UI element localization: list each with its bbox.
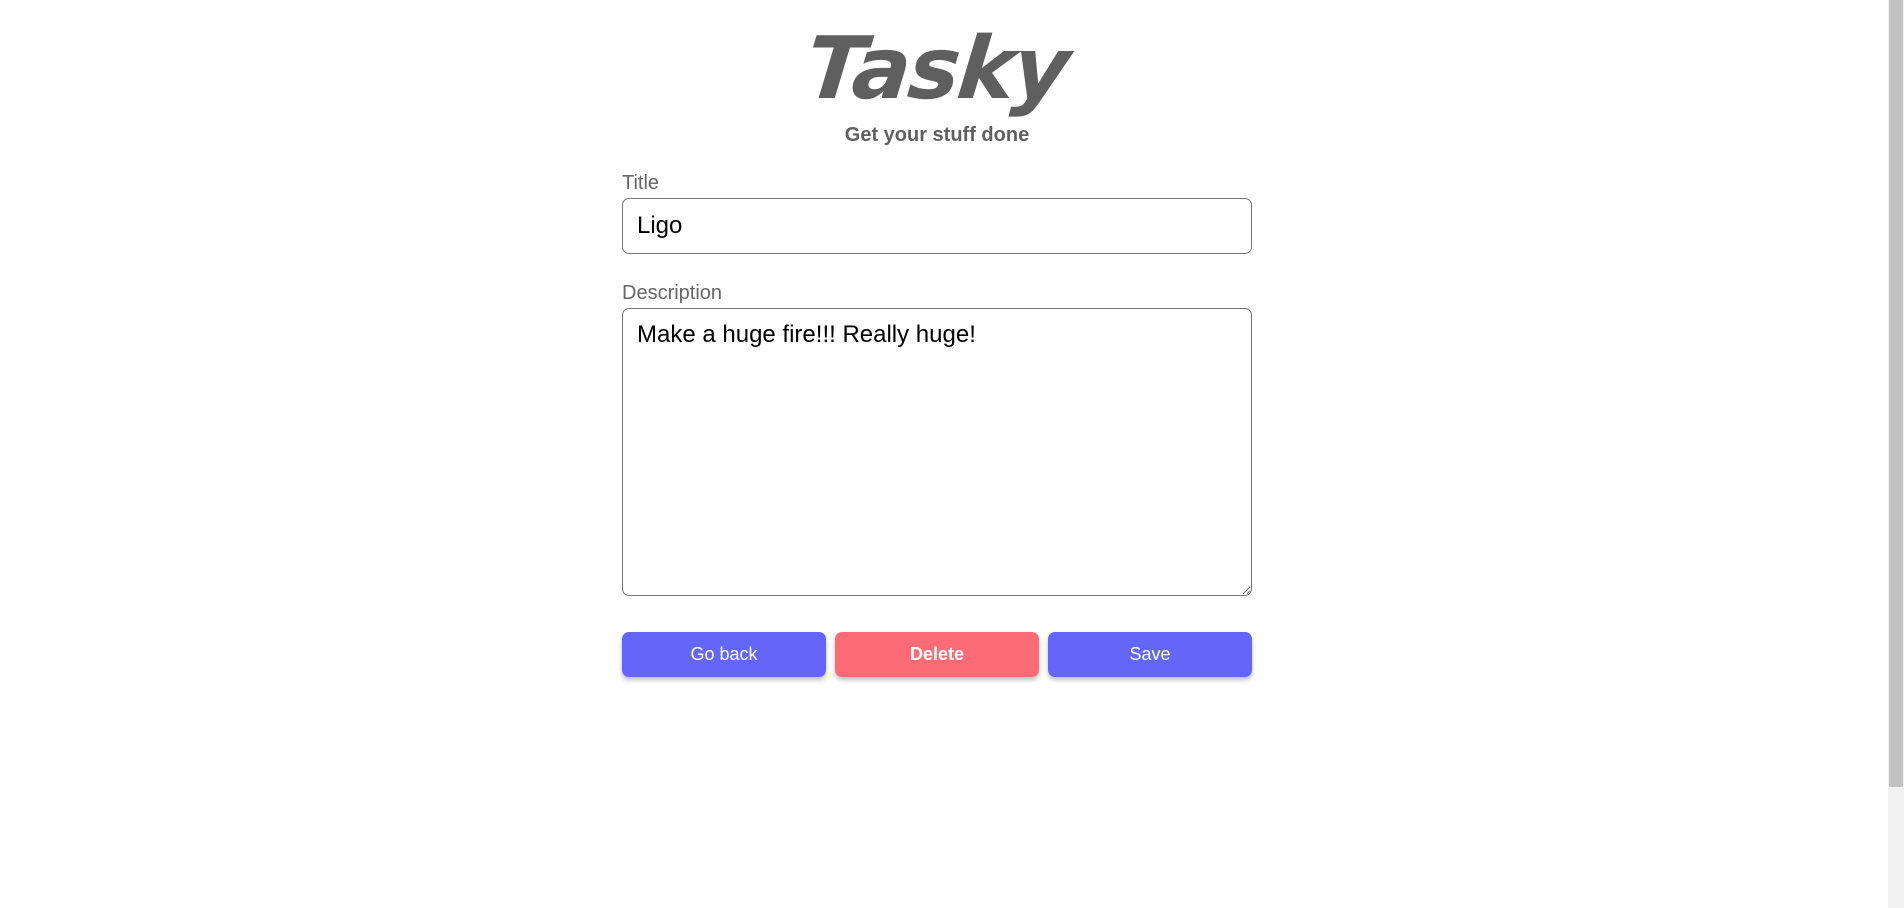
app-logo: Tasky	[801, 19, 1073, 119]
scrollbar-track[interactable]	[1888, 0, 1904, 908]
delete-button[interactable]: Delete	[835, 632, 1039, 677]
description-label: Description	[622, 282, 723, 304]
go-back-button[interactable]: Go back	[622, 632, 826, 677]
save-button[interactable]: Save	[1048, 632, 1252, 677]
action-buttons: Go back Delete Save	[622, 632, 1252, 677]
title-input[interactable]	[622, 198, 1252, 254]
page: Tasky Get your stuff done Title Descript…	[0, 0, 1904, 908]
scrollbar-thumb[interactable]	[1889, 0, 1903, 787]
app-subtitle: Get your stuff done	[844, 124, 1030, 146]
task-edit-form: Tasky Get your stuff done Title Descript…	[622, 0, 1252, 677]
description-textarea[interactable]: Make a huge fire!!! Really huge!	[622, 308, 1252, 596]
title-label: Title	[622, 172, 660, 194]
